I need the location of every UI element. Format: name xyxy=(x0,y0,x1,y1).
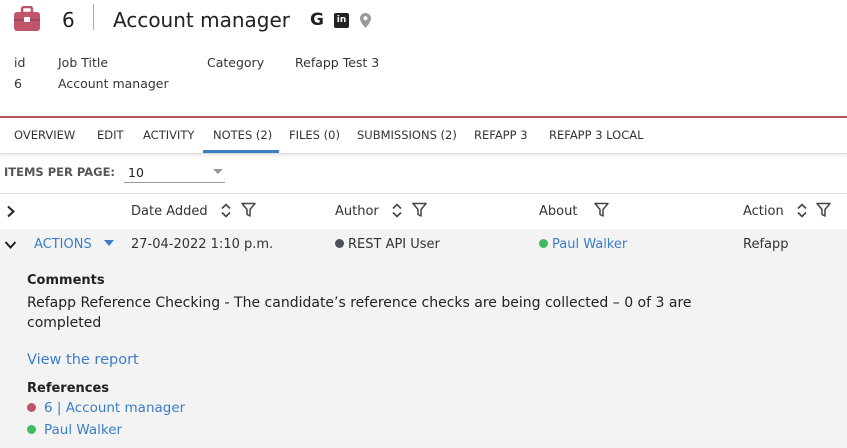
field-value-job-title: Account manager xyxy=(58,76,169,91)
column-about[interactable]: About xyxy=(539,204,577,219)
location-pin-icon[interactable] xyxy=(360,13,371,28)
author-name: REST API User xyxy=(348,237,440,252)
tab-submissions[interactable]: SUBMISSIONS (2) xyxy=(357,128,457,142)
reference-dot xyxy=(27,403,36,412)
items-per-page-select[interactable]: 10 xyxy=(124,161,225,183)
field-label-category: Category xyxy=(207,55,265,70)
chevron-right-icon[interactable] xyxy=(6,205,16,218)
reference-link[interactable]: Paul Walker xyxy=(44,422,122,438)
field-label-id: id xyxy=(14,55,26,70)
record-id: 6 xyxy=(62,8,75,32)
table-header: Date Added Author About Action xyxy=(0,193,847,229)
actions-label: ACTIONS xyxy=(34,237,92,252)
caret-down-icon xyxy=(103,240,114,246)
cell-about[interactable]: Paul Walker xyxy=(539,237,627,252)
filter-icon[interactable] xyxy=(816,202,831,218)
tab-files[interactable]: FILES (0) xyxy=(289,128,340,142)
row-actions-menu[interactable]: ACTIONS xyxy=(34,237,114,252)
briefcase-icon xyxy=(14,6,40,31)
view-report-link[interactable]: View the report xyxy=(27,352,139,368)
filter-icon[interactable] xyxy=(594,202,609,218)
field-value-id: 6 xyxy=(14,76,22,91)
column-action[interactable]: Action xyxy=(743,204,784,219)
record-header: 6 Account manager G in id 6 Job Title Ac… xyxy=(0,0,847,118)
comments-text: Refapp Reference Checking - The candidat… xyxy=(27,295,692,331)
column-date-added[interactable]: Date Added xyxy=(131,204,208,219)
references-title: References xyxy=(27,381,110,396)
author-status-dot xyxy=(335,239,344,248)
sort-icon[interactable] xyxy=(796,202,808,219)
google-icon[interactable]: G xyxy=(310,10,324,30)
about-link[interactable]: Paul Walker xyxy=(552,237,627,252)
header-divider xyxy=(93,4,94,30)
column-author[interactable]: Author xyxy=(335,204,379,219)
items-per-page-label: ITEMS PER PAGE: xyxy=(4,165,116,179)
chevron-down-icon[interactable] xyxy=(4,240,17,250)
cell-author: REST API User xyxy=(335,237,440,252)
field-label-job-title: Job Title xyxy=(58,55,109,70)
tab-notes[interactable]: NOTES (2) xyxy=(213,128,272,142)
table-row: ACTIONS 27-04-2022 1:10 p.m. REST API Us… xyxy=(0,229,847,448)
filter-icon[interactable] xyxy=(241,202,256,218)
tab-activity[interactable]: ACTIVITY xyxy=(143,128,194,142)
about-status-dot xyxy=(539,239,548,248)
tab-refapp-3[interactable]: REFAPP 3 xyxy=(474,128,528,142)
active-tab-indicator xyxy=(203,150,279,153)
reference-link[interactable]: 6 | Account manager xyxy=(44,400,185,416)
filter-icon[interactable] xyxy=(412,202,427,218)
reference-dot xyxy=(27,425,36,434)
reference-item[interactable]: 6 | Account manager xyxy=(27,400,185,416)
cell-action: Refapp xyxy=(743,237,789,252)
sort-icon[interactable] xyxy=(391,202,403,219)
items-per-page-value: 10 xyxy=(128,165,144,180)
tab-overview[interactable]: OVERVIEW xyxy=(14,128,75,142)
tab-edit[interactable]: EDIT xyxy=(97,128,124,142)
linkedin-icon[interactable]: in xyxy=(334,13,349,28)
field-value-category: Refapp Test 3 xyxy=(295,55,380,70)
caret-down-icon xyxy=(213,169,223,174)
sort-icon[interactable] xyxy=(220,202,232,219)
record-tabs: OVERVIEW EDIT ACTIVITY NOTES (2) FILES (… xyxy=(0,119,847,154)
page-title: Account manager xyxy=(113,8,291,32)
cell-date-added: 27-04-2022 1:10 p.m. xyxy=(131,237,274,252)
reference-item[interactable]: Paul Walker xyxy=(27,422,122,438)
tab-refapp-3-local[interactable]: REFAPP 3 LOCAL xyxy=(549,128,644,142)
comments-title: Comments xyxy=(27,273,105,288)
